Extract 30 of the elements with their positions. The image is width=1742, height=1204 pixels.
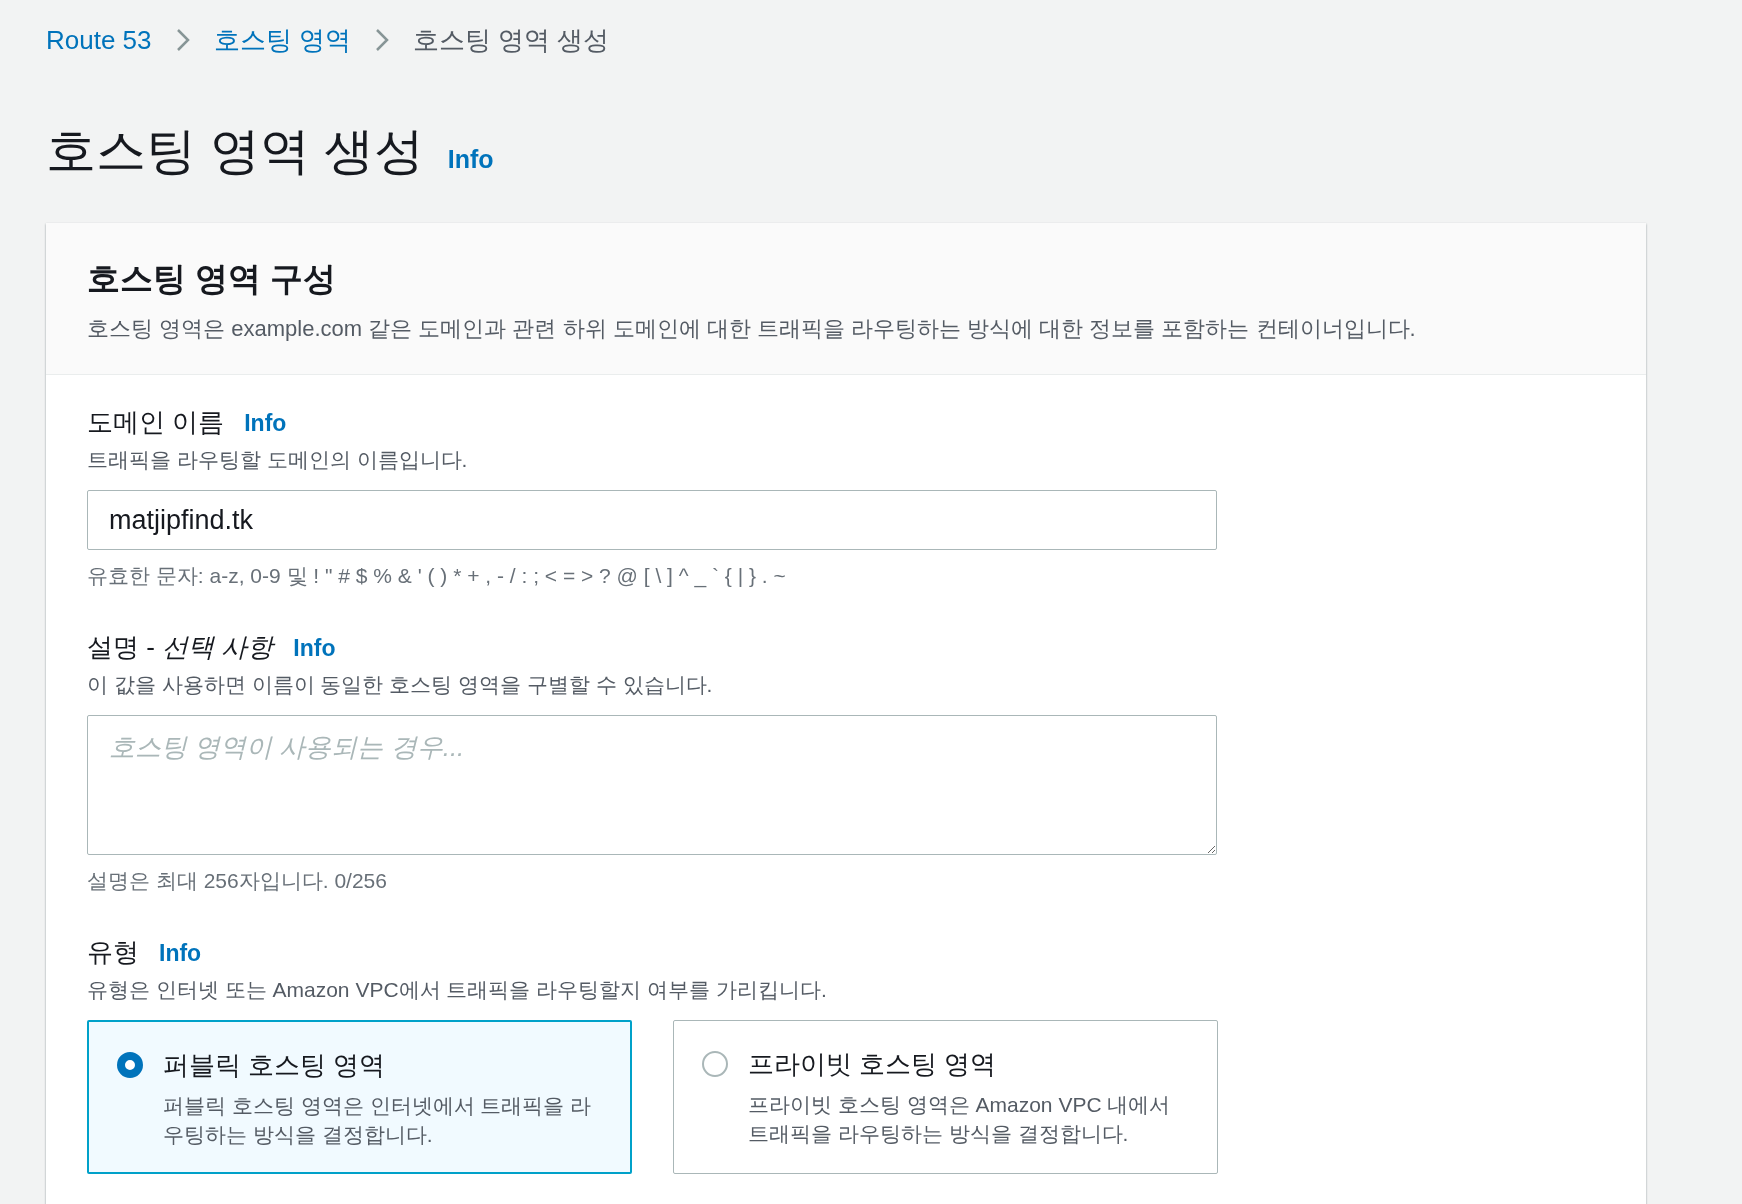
- constraint-text: 설명은 최대 256자입니다. 0/256: [87, 868, 388, 894]
- tile-title: 프라이빗 호스팅 영역: [748, 1048, 998, 1081]
- field-label: 유형: [87, 936, 139, 969]
- tile-title: 퍼블릭 호스팅 영역: [163, 1049, 387, 1082]
- radio-button[interactable]: [117, 1052, 143, 1078]
- tile-description: 프라이빗 호스팅 영역은 Amazon VPC 내에서 트래픽을 라우팅하는 방식을 결정합니다.: [748, 1092, 1172, 1148]
- breadcrumb-link[interactable]: 호스팅 영역: [213, 22, 351, 58]
- tile-description: 퍼블릭 호스팅 영역은 인터넷에서 트래픽을 라우팅하는 방식을 결정합니다.: [163, 1093, 593, 1149]
- page-title: 호스팅 영역 생성: [46, 122, 424, 181]
- domain-name-input[interactable]: matjipfind.tk: [87, 490, 1217, 550]
- breadcrumb-current: 호스팅 영역 생성: [412, 23, 610, 57]
- panel-description: 호스팅 영역은 example.com 같은 도메인과 관련 하위 도메인에 대한 트래픽을 라우팅하는 방식에 대한 정보를 포함하는 컨테이너입니다.: [87, 315, 1417, 343]
- radio-tile[interactable]: 프라이빗 호스팅 영역 프라이빗 호스팅 영역은 Amazon VPC 내에서 트래픽을 라우팅하는 방식을 결정합니다.: [673, 1020, 1218, 1174]
- panel-title: 호스팅 영역 구성: [87, 259, 338, 299]
- info-link[interactable]: Info: [447, 145, 494, 174]
- info-link[interactable]: Info: [244, 410, 287, 437]
- description-textarea[interactable]: 호스팅 영역이 사용되는 경우...: [87, 715, 1217, 855]
- info-link[interactable]: Info: [293, 635, 336, 662]
- chevron-right-icon: [374, 28, 389, 52]
- field-description: 트래픽을 라우팅할 도메인의 이름입니다.: [87, 447, 469, 473]
- constraint-text: 유효한 문자: a-z, 0-9 및 ! " # $ % & ' ( ) * + , - / : ; < = > ? @ [ \ ] ^ _ ` { | } . ~: [87, 563, 787, 590]
- field-description: 이 값을 사용하면 이름이 동일한 호스팅 영역을 구별할 수 있습니다.: [87, 672, 714, 698]
- radio-button[interactable]: [702, 1051, 728, 1077]
- chevron-right-icon: [175, 28, 190, 52]
- radio-tile[interactable]: 퍼블릭 호스팅 영역 퍼블릭 호스팅 영역은 인터넷에서 트래픽을 라우팅하는 방식을 결정합니다.: [87, 1020, 632, 1174]
- field-description: 유형은 인터넷 또는 Amazon VPC에서 트래픽을 라우팅할지 여부를 가리킵니다.: [87, 977, 828, 1003]
- info-link[interactable]: Info: [159, 940, 202, 967]
- field-label: 도메인 이름: [87, 406, 225, 439]
- breadcrumb-link[interactable]: Route 53: [46, 24, 152, 56]
- field-label: 설명 - 선택 사항: [87, 631, 274, 664]
